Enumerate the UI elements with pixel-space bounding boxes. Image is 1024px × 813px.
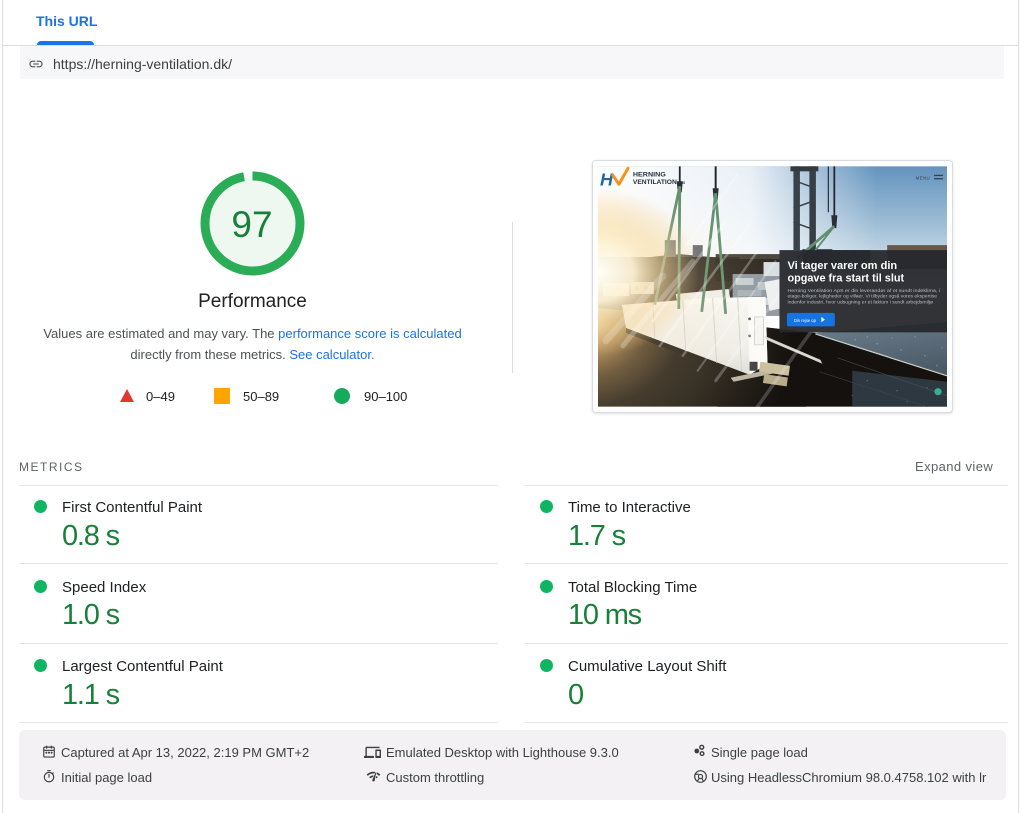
svg-text:HERNING: HERNING (633, 171, 666, 178)
svg-text:VENTILATION: VENTILATION (633, 179, 677, 186)
svg-text:H: H (600, 169, 614, 189)
svg-text:Din rejse op: Din rejse op (794, 318, 816, 323)
svg-text:MENU: MENU (916, 175, 930, 180)
svg-text:Vi tager varer om din: Vi tager varer om din (787, 260, 897, 272)
svg-text:opgave fra start til slut: opgave fra start til slut (787, 273, 904, 285)
svg-text:ApS: ApS (679, 181, 685, 185)
svg-text:indenfor industri, hvor udsugn: indenfor industri, hvor udsugning er et … (787, 299, 933, 305)
